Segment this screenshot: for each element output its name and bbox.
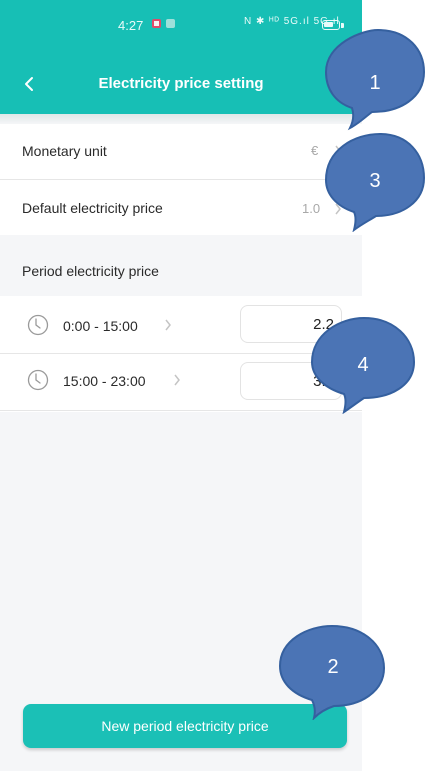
notification-icon — [166, 19, 175, 28]
callout-number: 4 — [357, 354, 369, 376]
clock-icon — [27, 369, 49, 391]
clock-icon — [27, 314, 49, 336]
chevron-right-icon — [174, 374, 180, 386]
callout-number: 3 — [369, 170, 381, 192]
chevron-right-icon — [165, 319, 171, 331]
default-price-row[interactable]: Default electricity price 1.0 — [0, 180, 362, 235]
period-time-range: 15:00 - 23:00 — [63, 373, 146, 389]
period-section-label: Period electricity price — [22, 263, 159, 279]
annotation-callout: 2 — [274, 624, 388, 722]
monetary-unit-label: Monetary unit — [22, 143, 107, 159]
annotation-callout: 1 — [322, 28, 428, 138]
callout-number: 2 — [327, 656, 339, 678]
default-price-label: Default electricity price — [22, 200, 163, 216]
notification-icon — [152, 19, 161, 28]
annotation-callout: 4 — [306, 316, 418, 415]
monetary-unit-row[interactable]: Monetary unit € — [0, 124, 362, 179]
status-time: 4:27 — [118, 18, 144, 33]
status-bar: 4:27 N ✱ ᴴᴰ 5G.ıl 5G.ıl — [0, 0, 362, 55]
callout-number: 1 — [369, 72, 381, 94]
app-header: 4:27 N ✱ ᴴᴰ 5G.ıl 5G.ıl Electricity pric… — [0, 0, 362, 114]
header-shadow — [0, 114, 362, 124]
period-time-range: 0:00 - 15:00 — [63, 318, 138, 334]
page-title: Electricity price setting — [98, 75, 264, 92]
annotation-callout: 3 — [318, 132, 428, 233]
